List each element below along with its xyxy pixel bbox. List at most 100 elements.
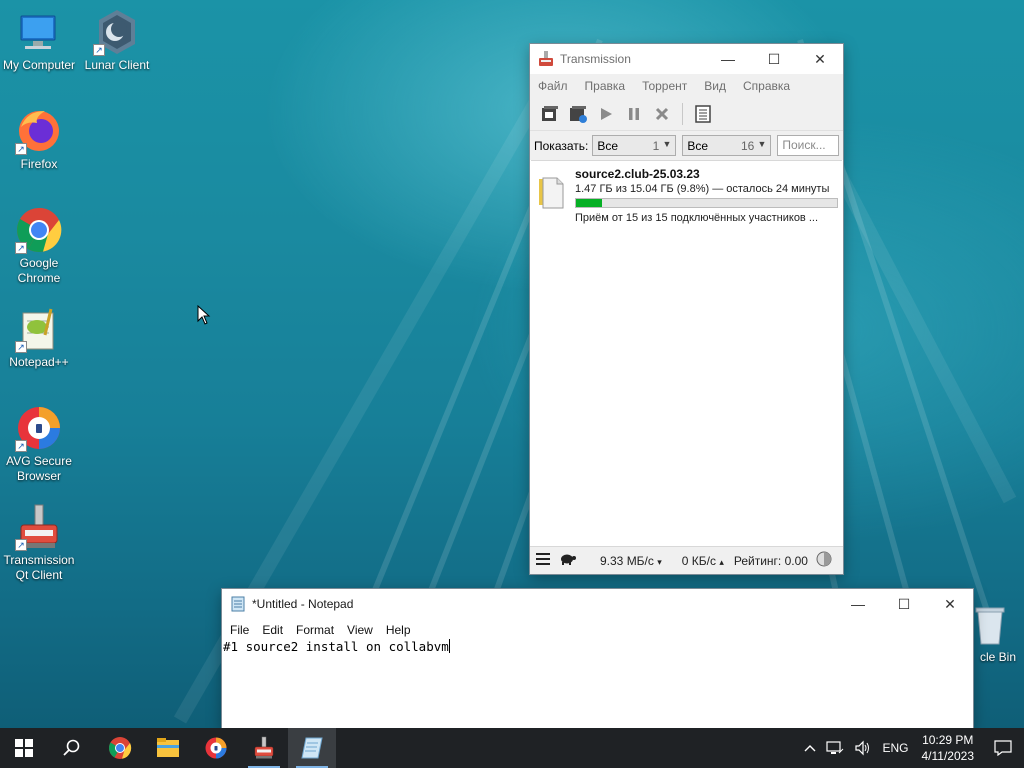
toolbar-separator [682,103,683,125]
window-title: Transmission [560,52,631,66]
desktop-icon-notepad-plus-plus[interactable]: ↗ Notepad++ [1,305,77,370]
shortcut-arrow-icon: ↗ [15,341,27,353]
maximize-button[interactable]: ☐ [881,589,927,619]
show-label: Показать: [534,138,589,153]
avg-secure-browser-icon [205,737,227,759]
recycle-bin-icon [966,600,1014,648]
taskbar-file-explorer[interactable] [144,728,192,768]
tracker-filter-select[interactable]: Все 16 ▼ [682,135,772,156]
search-button[interactable] [48,728,96,768]
transmission-app-icon [538,51,554,67]
system-tray: ENG 10:29 PM 4/11/2023 [799,728,1024,768]
firefox-icon: ↗ [15,107,63,155]
search-icon [63,739,80,756]
close-button[interactable]: ✕ [797,44,843,74]
properties-button[interactable] [689,101,717,127]
clock[interactable]: 10:29 PM 4/11/2023 [914,732,983,764]
taskbar-chrome[interactable] [96,728,144,768]
minimize-button[interactable]: — [835,589,881,619]
volume-icon[interactable] [849,728,877,768]
notification-icon [994,740,1012,756]
remove-button[interactable] [648,101,676,127]
network-icon[interactable] [821,728,849,768]
properties-icon [695,105,711,123]
chrome-icon [109,737,132,759]
close-button[interactable]: ✕ [927,589,973,619]
toolbar [530,98,843,130]
taskbar-transmission[interactable] [240,728,288,768]
desktop-icon-firefox[interactable]: ↗ Firefox [1,107,77,172]
notepad-titlebar[interactable]: *Untitled - Notepad — ☐ ✕ [222,589,973,619]
open-url-icon [570,106,587,123]
avg-secure-browser-icon: ↗ [15,404,63,452]
notepad-app-icon [230,596,246,612]
torrent-name: source2.club-25.03.23 [575,167,700,181]
status-filter-select[interactable]: Все 1 ▼ [592,135,677,156]
windows-logo-icon [15,739,33,757]
search-input[interactable]: Поиск... [777,135,840,156]
desktop-icon-my-computer[interactable]: My Computer [1,8,77,73]
clock-date: 4/11/2023 [921,749,975,763]
open-icon [542,106,558,121]
text-caret [448,639,450,653]
remove-icon [655,107,669,121]
transmission-icon: ↗ [15,503,63,551]
notifications-button[interactable] [982,728,1024,768]
desktop-icon-google-chrome[interactable]: ↗ Google Chrome [1,206,77,286]
text-editor[interactable]: #1 source2 install on collabvm [222,639,973,727]
menu-view[interactable]: Вид [704,79,726,93]
taskbar-notepad[interactable] [288,728,336,768]
minimize-button[interactable]: — [705,44,751,74]
torrent-row[interactable]: source2.club-25.03.23 1.47 ГБ из 15.04 Г… [531,161,842,224]
taskbar-avg-secure-browser[interactable] [192,728,240,768]
folder-icon [157,738,179,757]
ratio-text: Рейтинг: 0.00 [733,553,808,568]
menu-icon[interactable] [536,553,552,568]
start-button[interactable] [0,728,48,768]
notepad-plus-plus-icon: ↗ [15,305,63,353]
computer-icon [15,8,63,56]
pause-button[interactable] [620,101,648,127]
menu-help[interactable]: Help [386,623,411,637]
transmission-titlebar[interactable]: Transmission — ☐ ✕ [530,44,843,74]
desktop-icon-avg-secure-browser[interactable]: ↗ AVG Secure Browser [1,404,77,484]
menu-torrent[interactable]: Торрент [642,79,687,93]
desktop-icon-transmission[interactable]: ↗ Transmission Qt Client [1,503,77,583]
torrent-list: source2.club-25.03.23 1.47 ГБ из 15.04 Г… [531,160,842,546]
torrent-progress-text: 1.47 ГБ из 15.04 ГБ (9.8%) — осталось 24… [575,183,830,195]
mouse-cursor-icon [197,305,211,325]
window-title: *Untitled - Notepad [252,597,354,611]
upload-speed: 0 КБ/с ▴ [681,553,724,568]
notepad-window[interactable]: *Untitled - Notepad — ☐ ✕ File Edit Form… [222,589,973,728]
turtle-icon[interactable] [558,553,576,568]
play-icon [601,108,612,120]
menu-file[interactable]: Файл [538,79,568,93]
menu-view[interactable]: View [347,623,373,637]
filter-bar: Показать: Все 1 ▼ Все 16 ▼ Поиск... [530,130,843,160]
menu-bar: File Edit Format View Help [222,619,973,641]
menu-format[interactable]: Format [296,623,334,637]
shortcut-arrow-icon: ↗ [93,44,105,56]
shortcut-arrow-icon: ↗ [15,143,27,155]
transmission-window[interactable]: Transmission — ☐ ✕ Файл Правка Торрент В… [530,44,843,574]
desktop-icon-lunar-client[interactable]: ↗ Lunar Client [79,8,155,73]
open-url-button[interactable] [564,101,592,127]
progress-fill [576,199,602,207]
start-button[interactable] [592,101,620,127]
transmission-icon [254,736,274,759]
ratio-icon[interactable] [816,551,832,570]
chrome-icon: ↗ [15,206,63,254]
download-speed: 9.33 МБ/с ▾ [600,553,662,568]
menu-edit[interactable]: Edit [262,623,283,637]
language-indicator[interactable]: ENG [877,728,913,768]
clock-time: 10:29 PM [922,733,974,747]
menu-help[interactable]: Справка [743,79,790,93]
chevron-down-icon: ▼ [662,139,672,149]
menu-bar: Файл Правка Торрент Вид Справка [530,74,843,98]
open-torrent-button[interactable] [536,101,564,127]
chevron-up-icon[interactable] [799,728,821,768]
menu-edit[interactable]: Правка [585,79,626,93]
taskbar: ENG 10:29 PM 4/11/2023 [0,728,1024,768]
menu-file[interactable]: File [230,623,249,637]
maximize-button[interactable]: ☐ [751,44,797,74]
